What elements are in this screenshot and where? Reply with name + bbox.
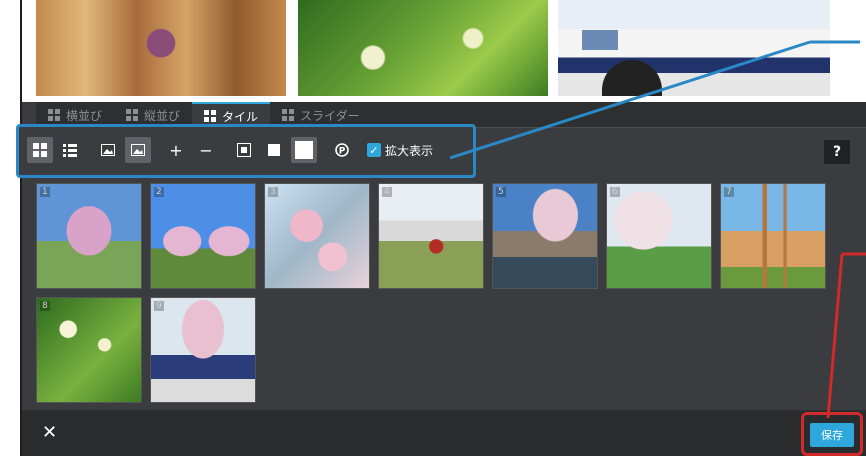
minus-icon: − [199,140,213,160]
thumbnail[interactable]: 3 [264,183,370,289]
medium-square-icon [268,144,280,156]
image-crop-icon [131,144,145,156]
list-icon [63,144,77,157]
enlarge-label: 拡大表示 [385,143,434,158]
pinterest-icon: P [335,143,349,157]
thumbnail-number: 8 [40,301,50,311]
thumbnail-number: 9 [154,301,164,311]
tab-label: タイル [222,109,259,124]
decrease-columns-button[interactable]: − [193,137,219,163]
gallery-editor-frame: 横並び 縦並び タイル スライダー + − P ✓ 拡大表示 ? 1 2 3 4… [16,0,866,456]
help-button[interactable]: ? [824,140,850,164]
vertical-layout-icon [126,109,139,121]
image-crop-button[interactable] [125,137,151,163]
plus-icon: + [169,140,183,160]
tab-label: 縦並び [144,108,181,123]
tab-label: スライダー [300,108,360,123]
enlarge-checkbox[interactable]: ✓ 拡大表示 [367,142,433,159]
thumbnail-number: 2 [154,187,164,197]
thumbnail[interactable]: 6 [606,183,712,289]
save-highlight: 保存 [801,412,863,456]
preview-image-bus [558,0,830,96]
bottom-bar: ✕ 保存 [22,410,866,456]
slider-layout-icon [282,109,295,121]
help-label: ? [832,144,842,160]
small-size-button[interactable] [231,137,257,163]
thumbnail[interactable]: 2 [150,183,256,289]
save-button[interactable]: 保存 [810,423,854,447]
thumbnail[interactable]: 5 [492,183,598,289]
tile-options-toolbar: + − P ✓ 拡大表示 [16,124,476,178]
gallery-preview [22,0,866,102]
thumbnail-number: 7 [724,187,734,197]
thumbnail[interactable]: 7 [720,183,826,289]
checkmark-icon: ✓ [367,143,381,157]
thumbnail-number: 3 [268,187,278,197]
small-square-icon [237,143,251,157]
preview-image-flowers [298,0,548,96]
thumbnail-number: 1 [40,187,50,197]
horizontal-layout-icon [48,109,60,121]
grid-icon [33,143,47,157]
thumbnail-number: 6 [610,187,620,197]
bus-window [582,30,618,50]
increase-columns-button[interactable]: + [163,137,189,163]
thumbnail[interactable]: 4 [378,183,484,289]
thumbnail[interactable]: 9 [150,297,256,403]
tab-label: 横並び [66,108,103,123]
large-size-button[interactable] [291,137,317,163]
close-icon: ✕ [42,422,58,443]
large-square-icon [295,141,313,159]
list-view-button[interactable] [57,137,83,163]
thumbnail-number: 5 [496,187,506,197]
thumbnail-number: 4 [382,187,392,197]
close-button[interactable]: ✕ [42,422,57,443]
medium-size-button[interactable] [261,137,287,163]
thumbnail[interactable]: 8 [36,297,142,403]
tile-layout-icon [204,110,217,122]
image-fit-button[interactable] [95,137,121,163]
save-label: 保存 [821,429,843,442]
grid-view-button[interactable] [27,137,53,163]
pinterest-button[interactable]: P [329,137,355,163]
thumbnail[interactable]: 1 [36,183,142,289]
preview-image-plants [36,0,286,96]
bus-wheel [602,60,662,96]
image-icon [101,144,115,156]
svg-text:P: P [339,147,346,157]
